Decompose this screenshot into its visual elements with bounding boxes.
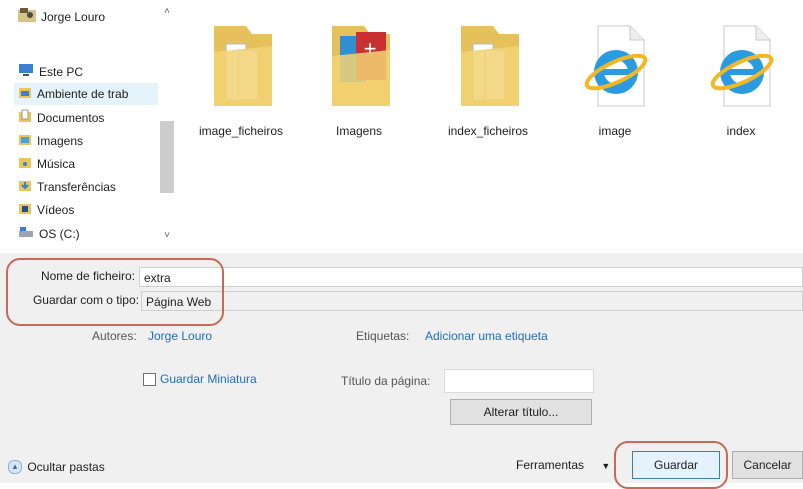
folder-icon [186,6,296,114]
nav-item-label: Ambiente de trab [37,87,129,101]
nav-item-documentos[interactable]: Documentos [18,107,104,129]
tools-menu[interactable]: Ferramentas ▼ [516,458,610,472]
folder-app-icon: + [304,6,414,114]
navigation-pane: Jorge Louro Este PC Ambiente de trab Doc… [0,0,176,253]
cancel-button[interactable]: Cancelar [732,451,803,479]
ie-document-icon [686,6,796,114]
nav-item-label: Música [37,157,76,171]
file-item-label: index_ficheiros [447,124,529,138]
tags-label: Etiquetas: [356,329,410,343]
videos-folder-icon [18,200,32,222]
file-item-label: index [726,124,756,138]
file-item-index-ficheiros[interactable]: index_ficheiros [433,6,543,138]
file-item-imagens[interactable]: + Imagens [304,6,414,138]
chevron-up-icon: ▲ [8,459,22,474]
nav-item-label: Documentos [37,111,105,125]
nav-item-label: Transferências [37,180,116,194]
dropdown-arrow-icon: ▼ [601,461,611,471]
scroll-down-icon[interactable]: ˅ [160,228,174,244]
computer-icon [18,62,34,84]
file-view: image_ficheiros + Imagens index_ficheiro… [176,0,803,253]
save-options-panel: Nome de ficheiro: extra Guardar com o ti… [0,253,803,489]
annotation-highlight [6,258,224,326]
nav-item-label: Imagens [37,134,84,148]
tools-label: Ferramentas [516,458,585,472]
file-item-label: image_ficheiros [198,124,284,138]
nav-item-label: OS (C:) [39,227,80,241]
filename-input[interactable]: extra [139,267,803,287]
desktop-folder-icon [18,84,32,106]
annotation-highlight [614,441,728,489]
downloads-folder-icon [18,177,32,199]
documents-folder-icon [18,108,32,130]
nav-item-jorge-louro[interactable]: Jorge Louro [18,6,105,28]
pictures-folder-icon [18,131,32,153]
authors-label: Autores: [92,329,137,343]
nav-item-ambiente-de-trabalho[interactable]: Ambiente de trab [14,83,168,105]
file-item-image-ficheiros[interactable]: image_ficheiros [186,6,296,138]
nav-item-label: Este PC [39,65,84,79]
change-title-button[interactable]: Alterar título... [450,399,592,425]
hide-folders-label: Ocultar pastas [27,459,105,474]
save-thumbnail-label[interactable]: Guardar Miniatura [160,372,257,386]
file-item-label: Imagens [335,124,383,138]
nav-scrollbar-thumb[interactable] [160,121,174,193]
ie-document-icon [560,6,670,114]
nav-item-label: Jorge Louro [41,10,106,24]
nav-item-imagens[interactable]: Imagens [18,130,83,152]
file-item-image[interactable]: image [560,6,670,138]
hide-folders-toggle[interactable]: ▲ Ocultar pastas [8,459,105,474]
user-folder-icon [18,7,36,29]
file-item-label: image [598,124,632,138]
save-thumbnail-checkbox[interactable] [143,373,156,386]
nav-item-este-pc[interactable]: Este PC [18,61,83,83]
authors-link[interactable]: Jorge Louro [148,329,212,343]
nav-item-videos[interactable]: Vídeos [18,199,74,221]
file-item-index[interactable]: index [686,6,796,138]
music-folder-icon [18,154,32,176]
page-title-label: Título da página: [341,374,431,388]
add-tag-link[interactable]: Adicionar uma etiqueta [425,329,548,343]
file-type-select[interactable]: Página Web [141,291,803,311]
nav-item-musica[interactable]: Música [18,153,75,175]
nav-item-os-c[interactable]: OS (C:) [18,223,80,245]
page-title-field [444,369,594,393]
drive-icon [18,224,34,246]
folder-icon [433,6,543,114]
scroll-up-icon[interactable]: ˄ [160,4,174,20]
nav-item-label: Vídeos [37,203,75,217]
nav-item-transferencias[interactable]: Transferências [18,176,116,198]
